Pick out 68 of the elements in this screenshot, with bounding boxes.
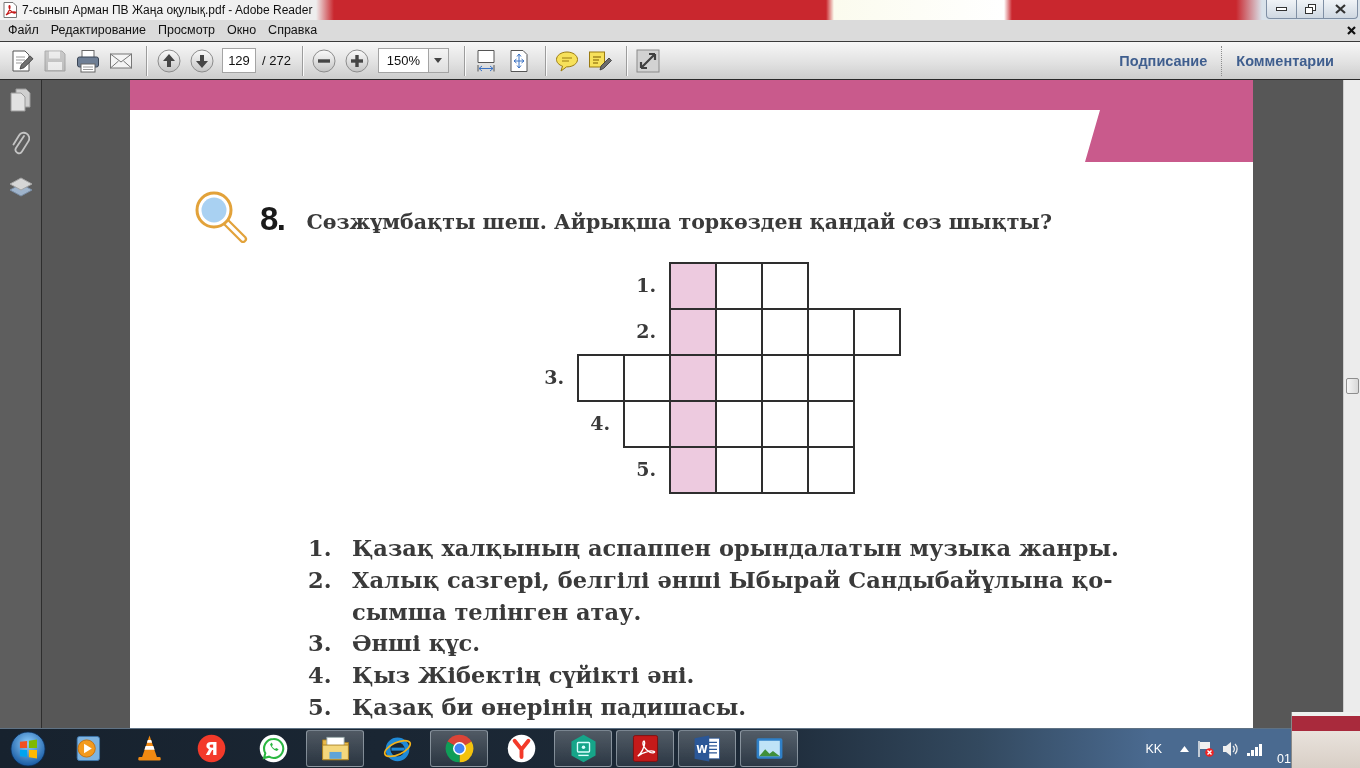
layers-icon[interactable]	[8, 176, 33, 198]
start-orb-icon	[10, 730, 46, 767]
restore-icon	[1304, 4, 1316, 14]
scrollbar-thumb[interactable]	[1345, 378, 1359, 394]
vertical-scrollbar[interactable]	[1343, 80, 1360, 712]
taskbar-button[interactable]	[430, 730, 488, 767]
page-count: / 272	[262, 53, 291, 68]
taskbar-button[interactable]: Я	[182, 730, 240, 767]
printer-icon	[75, 48, 100, 73]
minus-icon	[312, 48, 337, 73]
crossword-row-label: 4.	[589, 411, 611, 436]
clue-text: Қыз Жібектің сүйікті әні.	[352, 661, 695, 691]
chat-phone-icon	[257, 733, 289, 764]
menu-item[interactable]: Справка	[262, 20, 324, 41]
panel-button[interactable]: Комментарии	[1222, 52, 1348, 69]
menu-item[interactable]: Окно	[221, 20, 263, 41]
clue-text: Халық сазгері, белгілі әнші Ыбырай Сандыбайұлына қо- сымша телінген атау.	[352, 565, 1113, 627]
letter-circle-icon: Я	[195, 733, 227, 764]
window-title: 7-сынып Арман ПВ Жаңа оқулық.pdf - Adobe Reader	[22, 3, 313, 17]
menu-item[interactable]: Файл	[2, 20, 45, 41]
taskbar-button[interactable]: W	[678, 730, 736, 767]
taskbar-button[interactable]	[740, 730, 798, 767]
tricolor-circle-icon	[443, 733, 475, 764]
zoom-field[interactable]: 150%	[377, 48, 428, 73]
clock-time[interactable]: 01	[1277, 751, 1291, 766]
clue-text: Әнші құс.	[352, 629, 480, 659]
crossword-row-label: 3.	[543, 365, 565, 390]
crossword-row-label: 1.	[635, 273, 657, 298]
y-circle-icon	[505, 733, 537, 764]
task-number: 8.	[260, 200, 285, 238]
close-icon[interactable]	[1347, 26, 1356, 35]
clue-number: 2.	[308, 565, 333, 595]
clue-number: 4.	[308, 661, 333, 691]
plus-icon	[345, 48, 370, 73]
minimize-button[interactable]	[1266, 0, 1297, 19]
task-text: Сөзжұмбақты шеш. Айрықша торкөзден қандай сөз шықты?	[306, 210, 1052, 234]
minimize-icon	[1276, 7, 1287, 11]
up-arrow-icon[interactable]	[1180, 745, 1190, 752]
taskbar-button[interactable]	[616, 730, 674, 767]
clue-text: Қазақ би өнерінің падишасы.	[352, 693, 747, 722]
paperclip-icon[interactable]	[11, 131, 30, 157]
page-number-field[interactable]: 129	[222, 48, 256, 73]
language-indicator[interactable]: KK	[1145, 741, 1163, 756]
menu-item[interactable]: Редактирование	[44, 20, 152, 41]
crossword-row-label: 2.	[635, 319, 657, 344]
clue-number: 5.	[308, 693, 333, 722]
panel-button[interactable]: Подписание	[1105, 52, 1222, 69]
dropdown-button[interactable]	[427, 48, 449, 73]
caret-icon	[434, 58, 443, 63]
close-button[interactable]	[1324, 0, 1358, 19]
expand-arrows-icon	[636, 48, 661, 73]
speaker-icon[interactable]	[1222, 740, 1240, 757]
pdf-document-icon	[3, 2, 17, 18]
clue-number: 3.	[308, 629, 333, 659]
taskbar-button[interactable]	[306, 730, 364, 767]
document-pencil-icon	[9, 48, 34, 73]
clue-text: Қазақ халқының аспаппен орындалатын музыка жанры.	[352, 534, 1119, 563]
clue-number: 1.	[308, 534, 333, 563]
menu-item[interactable]: Просмотр	[151, 20, 222, 41]
note-pencil-icon	[588, 48, 613, 73]
flag-error-icon[interactable]	[1197, 740, 1215, 757]
close-icon	[1335, 4, 1346, 14]
restore-button[interactable]	[1297, 0, 1324, 19]
taskbar-button[interactable]	[554, 730, 612, 767]
pages-icon[interactable]	[10, 88, 31, 112]
crossword-row-label: 5.	[635, 457, 657, 482]
thumbnail-placeholder	[1291, 712, 1360, 768]
speech-bubble-icon	[555, 48, 580, 73]
